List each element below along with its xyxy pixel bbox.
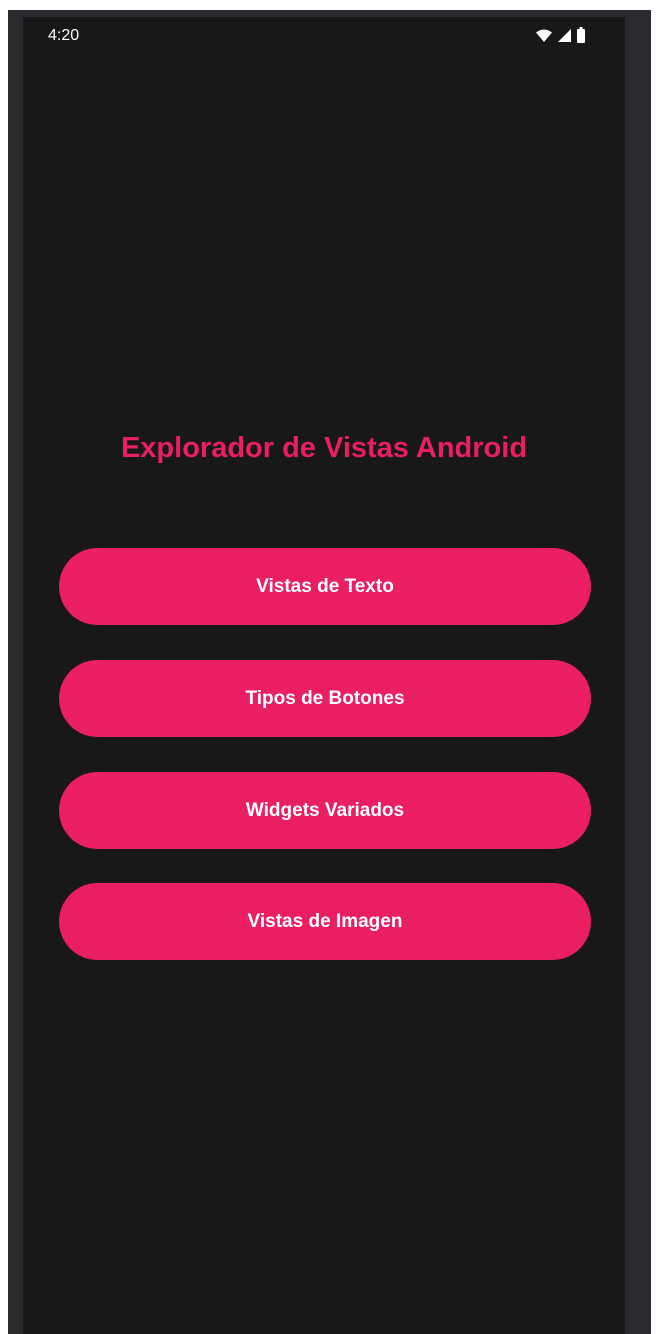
text-views-button-label: Vistas de Texto bbox=[256, 575, 394, 597]
wifi-icon bbox=[536, 29, 552, 42]
status-bar: 4:20 bbox=[23, 17, 625, 53]
status-time: 4:20 bbox=[48, 27, 80, 44]
button-types-button-label: Tipos de Botones bbox=[245, 687, 405, 709]
text-views-button[interactable]: Vistas de Texto bbox=[59, 548, 591, 625]
app-screen: 4:20 Explorador de Vistas Android Vistas… bbox=[23, 17, 625, 1334]
image-views-button[interactable]: Vistas de Imagen bbox=[59, 883, 591, 960]
status-icons bbox=[536, 27, 585, 43]
misc-widgets-button[interactable]: Widgets Variados bbox=[59, 772, 591, 849]
image-views-button-label: Vistas de Imagen bbox=[247, 910, 403, 932]
battery-icon bbox=[577, 27, 585, 43]
signal-icon bbox=[558, 28, 571, 42]
button-types-button[interactable]: Tipos de Botones bbox=[59, 660, 591, 737]
page-title: Explorador de Vistas Android bbox=[120, 432, 528, 464]
misc-widgets-button-label: Widgets Variados bbox=[245, 799, 405, 821]
